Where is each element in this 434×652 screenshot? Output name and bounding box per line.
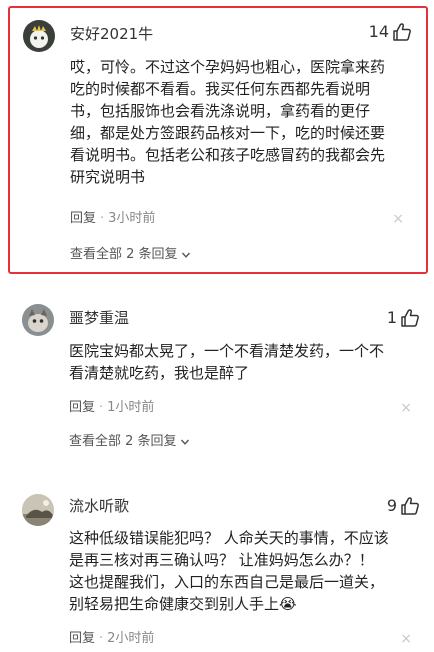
timestamp: 2小时前 bbox=[107, 631, 155, 646]
avatar[interactable] bbox=[23, 20, 55, 52]
comment-text: 医院宝妈都太晃了，一个不看清楚发药，一个不 看清楚就吃药，我也是醉了 bbox=[69, 342, 385, 382]
close-icon[interactable]: × bbox=[400, 399, 412, 417]
thumbs-up-icon bbox=[393, 23, 411, 41]
view-replies-link[interactable]: 查看全部 2 条回复 bbox=[70, 246, 191, 264]
timestamp: 3小时前 bbox=[108, 211, 156, 226]
avatar[interactable] bbox=[22, 304, 54, 336]
reply-button[interactable]: 回复 bbox=[69, 630, 95, 648]
like-count: 1 bbox=[386, 308, 397, 327]
meta-separator: · bbox=[99, 400, 104, 415]
username[interactable]: 安好2021牛 bbox=[70, 24, 153, 44]
close-icon[interactable]: × bbox=[400, 630, 412, 648]
like-button[interactable]: 9 bbox=[387, 496, 420, 516]
comment-2: 噩梦重温 1 医院宝妈都太晃了，一个不看清楚发药，一个不 看清楚就吃药，我也是醉… bbox=[0, 296, 434, 466]
like-button[interactable]: 14 bbox=[369, 22, 412, 42]
comment-text: 哎，可怜。不过这个孕妈妈也粗心，医院拿来药 吃的时候都不看看。我买任何东西都先看… bbox=[70, 58, 386, 186]
thumbs-up-icon bbox=[401, 309, 419, 327]
like-count: 14 bbox=[368, 22, 389, 41]
thumbs-up-icon bbox=[401, 497, 419, 515]
comment-meta: 回复 · 2小时前 bbox=[69, 630, 154, 648]
chevron-down-icon bbox=[181, 252, 190, 258]
comment-meta: 回复 · 3小时前 bbox=[70, 210, 155, 228]
reply-button[interactable]: 回复 bbox=[69, 399, 95, 417]
username[interactable]: 流水听歌 bbox=[69, 496, 129, 516]
timestamp: 1小时前 bbox=[107, 400, 155, 415]
comment-1: 安好2021牛 14 哎，可怜。不过这个孕妈妈也粗心，医院拿来药 吃的时候都不看… bbox=[8, 6, 428, 274]
avatar-image bbox=[22, 494, 54, 526]
like-button[interactable]: 1 bbox=[387, 308, 420, 328]
avatar[interactable] bbox=[22, 494, 54, 526]
like-count: 9 bbox=[386, 496, 397, 515]
view-replies-label: 查看全部 2 条回复 bbox=[70, 247, 178, 262]
username[interactable]: 噩梦重温 bbox=[69, 308, 129, 328]
comment-text: 这种低级错误能犯吗？ 人命关天的事情，不应该 是再三核对再三确认吗？ 让准妈妈怎… bbox=[69, 529, 389, 613]
avatar-image bbox=[22, 304, 54, 336]
chevron-down-icon bbox=[180, 439, 189, 445]
avatar-image bbox=[23, 20, 55, 52]
comment-3: 流水听歌 9 这种低级错误能犯吗？ 人命关天的事情，不应该 是再三核对再三确认吗… bbox=[0, 485, 434, 652]
view-replies-link[interactable]: 查看全部 2 条回复 bbox=[69, 433, 190, 451]
meta-separator: · bbox=[100, 211, 105, 226]
view-replies-label: 查看全部 2 条回复 bbox=[69, 434, 177, 449]
comment-meta: 回复 · 1小时前 bbox=[69, 399, 154, 417]
reply-button[interactable]: 回复 bbox=[70, 210, 96, 228]
close-icon[interactable]: × bbox=[392, 210, 404, 228]
meta-separator: · bbox=[99, 631, 104, 646]
